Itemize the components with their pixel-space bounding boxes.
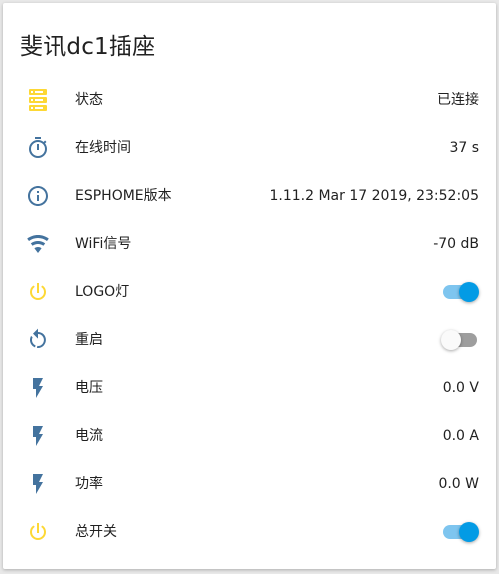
entity-label: 电压 [75,380,103,396]
info-icon [25,183,51,209]
flash-icon [25,375,51,401]
entity-label: 状态 [75,92,103,108]
entity-row-esphome-version[interactable]: ESPHOME版本 1.11.2 Mar 17 2019, 23:52:05 [3,172,496,220]
toggle-thumb [459,522,479,542]
entity-label: 重启 [75,332,103,348]
entity-label: ESPHOME版本 [75,188,172,204]
entity-row-main-switch[interactable]: 总开关 [3,508,496,556]
timer-icon [25,135,51,161]
restart-icon [25,327,51,353]
entity-row-wifi-signal[interactable]: WiFi信号 -70 dB [3,220,496,268]
entities-card: 斐讯dc1插座 状态 已连接 在线时间 37 s ESPHOME版本 1.11.… [3,3,496,569]
entity-value: 37 s [449,140,479,156]
wifi-icon [25,231,51,257]
toggle-thumb [441,330,461,350]
entity-value: -70 dB [433,236,479,252]
entity-value: 0.0 A [442,428,479,444]
card-title: 斐讯dc1插座 [20,34,156,60]
entity-row-restart[interactable]: 重启 [3,316,496,364]
entity-row-current[interactable]: 电流 0.0 A [3,412,496,460]
restart-toggle[interactable] [441,330,479,350]
entity-row-status[interactable]: 状态 已连接 [3,76,496,124]
entity-value: 1.11.2 Mar 17 2019, 23:52:05 [269,188,479,204]
entity-label: 总开关 [75,524,117,540]
entity-label: WiFi信号 [75,236,132,252]
main-switch-toggle[interactable] [441,522,479,542]
entity-row-voltage[interactable]: 电压 0.0 V [3,364,496,412]
entity-label: 电流 [75,428,103,444]
flash-icon [25,423,51,449]
server-icon [25,87,51,113]
entity-label: 功率 [75,476,103,492]
logo-light-toggle[interactable] [441,282,479,302]
entity-label: 在线时间 [75,140,131,156]
entity-value: 0.0 W [438,476,479,492]
entity-value: 0.0 V [442,380,479,396]
entity-value: 已连接 [437,92,479,108]
entity-label: LOGO灯 [75,284,130,300]
power-icon [25,279,51,305]
entity-row-logo-light[interactable]: LOGO灯 [3,268,496,316]
toggle-thumb [459,282,479,302]
flash-icon [25,471,51,497]
power-icon [25,519,51,545]
entity-row-uptime[interactable]: 在线时间 37 s [3,124,496,172]
entity-row-power[interactable]: 功率 0.0 W [3,460,496,508]
